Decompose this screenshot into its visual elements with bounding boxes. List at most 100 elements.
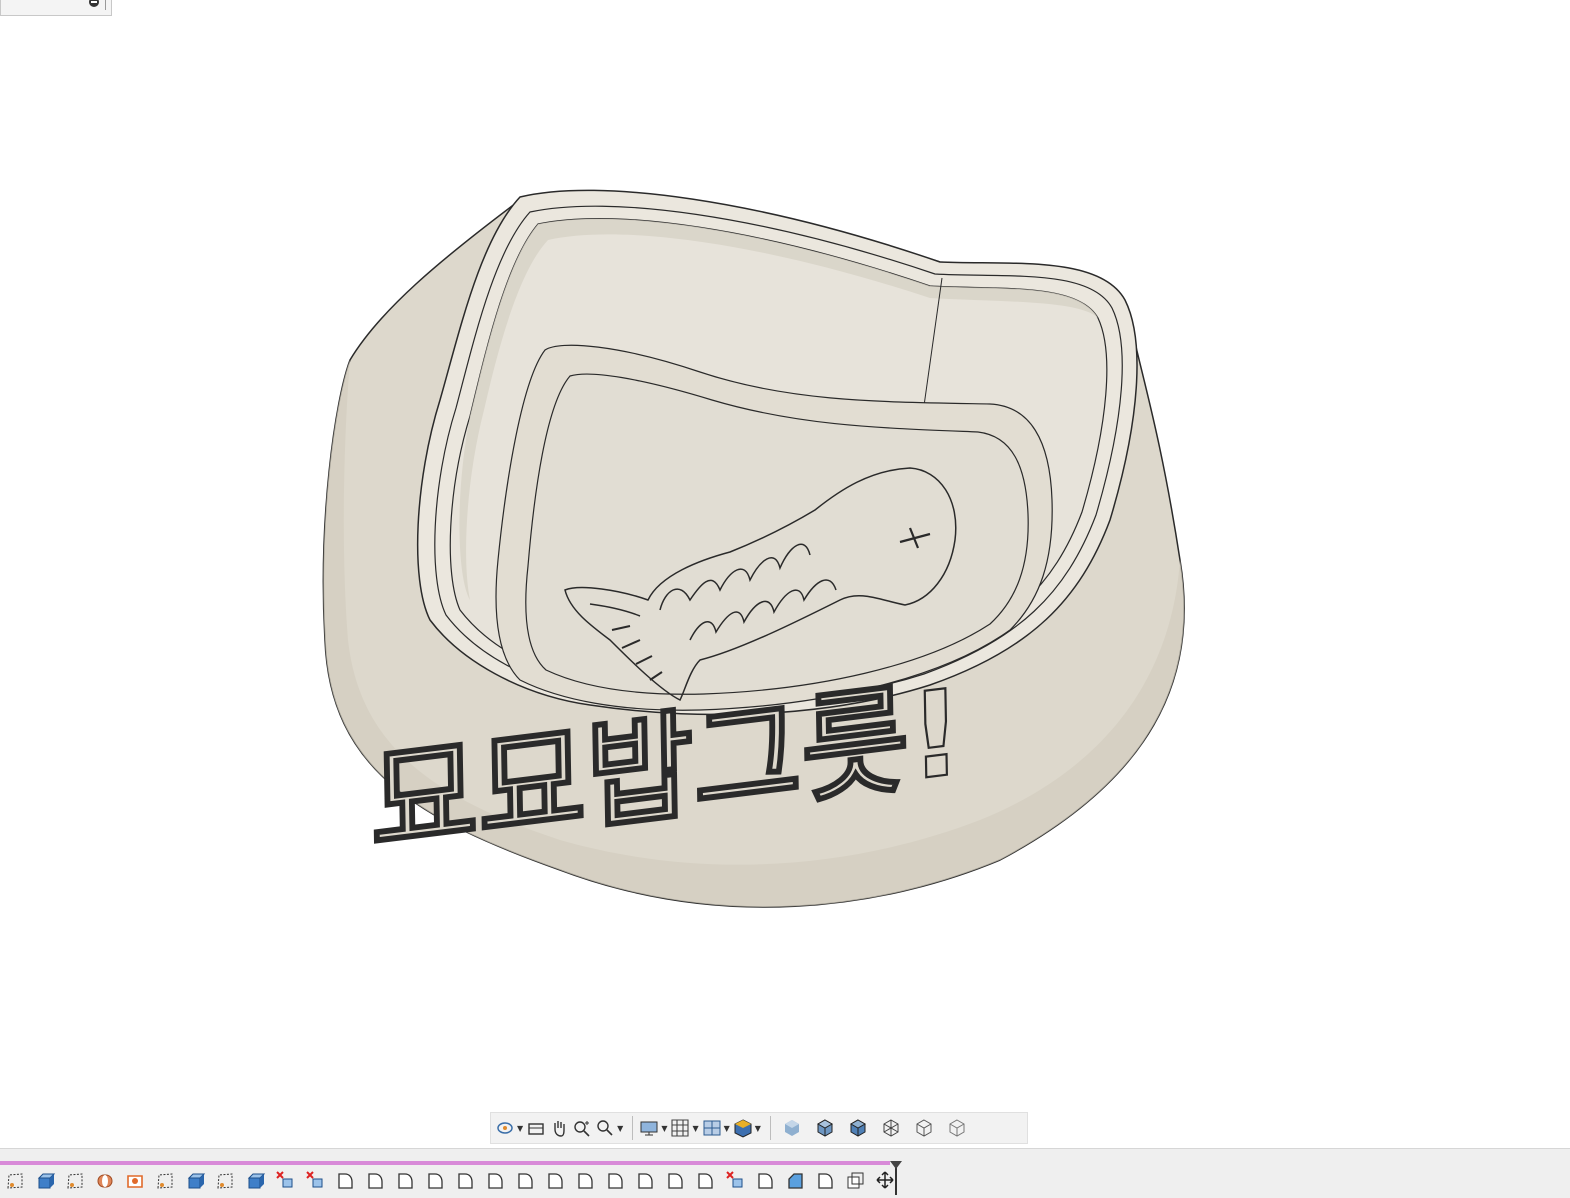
chevron-down-icon: ▼ — [723, 1123, 730, 1133]
chevron-down-icon: ▼ — [692, 1123, 699, 1133]
fillet-icon — [488, 1173, 503, 1189]
chevron-down-icon: ▼ — [617, 1123, 624, 1133]
fillet-icon — [818, 1173, 833, 1189]
timeline-feature[interactable] — [512, 1167, 538, 1193]
timeline-feature[interactable] — [542, 1167, 568, 1193]
delete-body-icon — [726, 1171, 743, 1188]
pan-button[interactable] — [549, 1115, 569, 1141]
timeline-feature[interactable] — [92, 1167, 118, 1193]
timeline — [0, 1148, 1570, 1198]
timeline-feature[interactable] — [842, 1167, 868, 1193]
wireframe-visible-edges-icon — [949, 1119, 965, 1137]
fillet-icon — [518, 1173, 533, 1189]
extrude-icon — [37, 1173, 55, 1189]
delete-body-icon — [306, 1171, 323, 1188]
fillet-icon — [608, 1173, 623, 1189]
timeline-feature[interactable] — [662, 1167, 688, 1193]
timeline-feature[interactable] — [32, 1167, 58, 1193]
zoom-button[interactable] — [572, 1115, 592, 1141]
timeline-feature[interactable] — [812, 1167, 838, 1193]
fillet-icon — [698, 1173, 713, 1189]
timeline-feature[interactable] — [302, 1167, 328, 1193]
toolbar-separator — [769, 1116, 771, 1140]
environment-button[interactable]: ▼ — [733, 1115, 761, 1141]
chamfer-icon — [788, 1173, 803, 1189]
sketch-icon — [217, 1173, 233, 1189]
timeline-feature[interactable] — [482, 1167, 508, 1193]
sketch-icon — [7, 1173, 23, 1189]
visual-style-wireframe-hidden[interactable] — [909, 1115, 939, 1141]
chevron-down-icon: ▼ — [754, 1123, 761, 1133]
timeline-feature[interactable] — [272, 1167, 298, 1193]
timeline-feature[interactable] — [692, 1167, 718, 1193]
extrude-icon — [247, 1173, 265, 1189]
visual-style-shaded-edges[interactable] — [810, 1115, 840, 1141]
sketch-icon — [67, 1173, 83, 1189]
timeline-feature[interactable] — [152, 1167, 178, 1193]
extrude-icon — [187, 1173, 205, 1189]
fillet-icon — [368, 1173, 383, 1189]
timeline-feature[interactable] — [422, 1167, 448, 1193]
environment-icon — [734, 1119, 752, 1138]
timeline-progress — [0, 1161, 890, 1165]
timeline-marker[interactable] — [890, 1161, 902, 1195]
timeline-feature[interactable] — [62, 1167, 88, 1193]
revolve-icon — [97, 1174, 113, 1188]
grid-snap-button[interactable]: ▼ — [670, 1115, 699, 1141]
visual-style-wireframe-visible[interactable] — [942, 1115, 972, 1141]
shell-icon — [127, 1175, 143, 1188]
navigation-toolbar: ▼ ▼ ▼ ▼ ▼ ▼ — [490, 1112, 1028, 1144]
look-at-button[interactable] — [526, 1115, 546, 1141]
fillet-icon — [428, 1173, 443, 1189]
delete-body-icon — [276, 1171, 293, 1188]
sketch-icon — [157, 1173, 173, 1189]
timeline-feature[interactable] — [242, 1167, 268, 1193]
bowl-model: 묘묘밥그릇! — [322, 189, 1185, 908]
look-at-icon — [528, 1123, 544, 1135]
timeline-feature[interactable] — [452, 1167, 478, 1193]
wireframe-icon — [883, 1119, 899, 1137]
fit-window-icon — [597, 1120, 613, 1136]
visual-style-wireframe[interactable] — [876, 1115, 906, 1141]
display-settings-button[interactable]: ▼ — [639, 1115, 667, 1141]
visual-style-shaded-hidden[interactable] — [843, 1115, 873, 1141]
viewports-icon — [703, 1120, 721, 1136]
move-icon — [876, 1171, 894, 1189]
fillet-icon — [758, 1173, 773, 1189]
visual-style-shaded[interactable] — [777, 1115, 807, 1141]
zoom-icon — [574, 1121, 590, 1137]
orbit-button[interactable]: ▼ — [495, 1115, 523, 1141]
timeline-feature[interactable] — [2, 1167, 28, 1193]
timeline-feature[interactable] — [212, 1167, 238, 1193]
fillet-icon — [668, 1173, 683, 1189]
timeline-feature[interactable] — [602, 1167, 628, 1193]
timeline-features — [2, 1167, 902, 1193]
timeline-feature[interactable] — [392, 1167, 418, 1193]
timeline-feature[interactable] — [122, 1167, 148, 1193]
timeline-feature[interactable] — [572, 1167, 598, 1193]
shaded-hidden-edges-icon — [849, 1119, 866, 1137]
toolbar-separator — [632, 1116, 634, 1140]
fit-window-button[interactable]: ▼ — [595, 1115, 623, 1141]
3d-viewport[interactable]: 묘묘밥그릇! — [0, 0, 1570, 1148]
timeline-feature[interactable] — [332, 1167, 358, 1193]
timeline-feature[interactable] — [182, 1167, 208, 1193]
timeline-feature[interactable] — [632, 1167, 658, 1193]
fillet-icon — [338, 1173, 353, 1189]
chevron-down-icon: ▼ — [517, 1123, 524, 1133]
timeline-feature[interactable] — [722, 1167, 748, 1193]
pan-hand-icon — [554, 1121, 565, 1137]
orbit-icon — [497, 1122, 513, 1134]
shaded-edges-icon — [816, 1119, 833, 1137]
wireframe-hidden-edges-icon — [916, 1119, 932, 1137]
timeline-feature[interactable] — [752, 1167, 778, 1193]
fillet-icon — [578, 1173, 593, 1189]
timeline-feature[interactable] — [782, 1167, 808, 1193]
viewports-button[interactable]: ▼ — [702, 1115, 730, 1141]
offset-face-icon — [847, 1172, 864, 1189]
fillet-icon — [638, 1173, 653, 1189]
fillet-icon — [548, 1173, 563, 1189]
timeline-feature[interactable] — [362, 1167, 388, 1193]
chevron-down-icon: ▼ — [661, 1123, 668, 1133]
fillet-icon — [398, 1173, 413, 1189]
